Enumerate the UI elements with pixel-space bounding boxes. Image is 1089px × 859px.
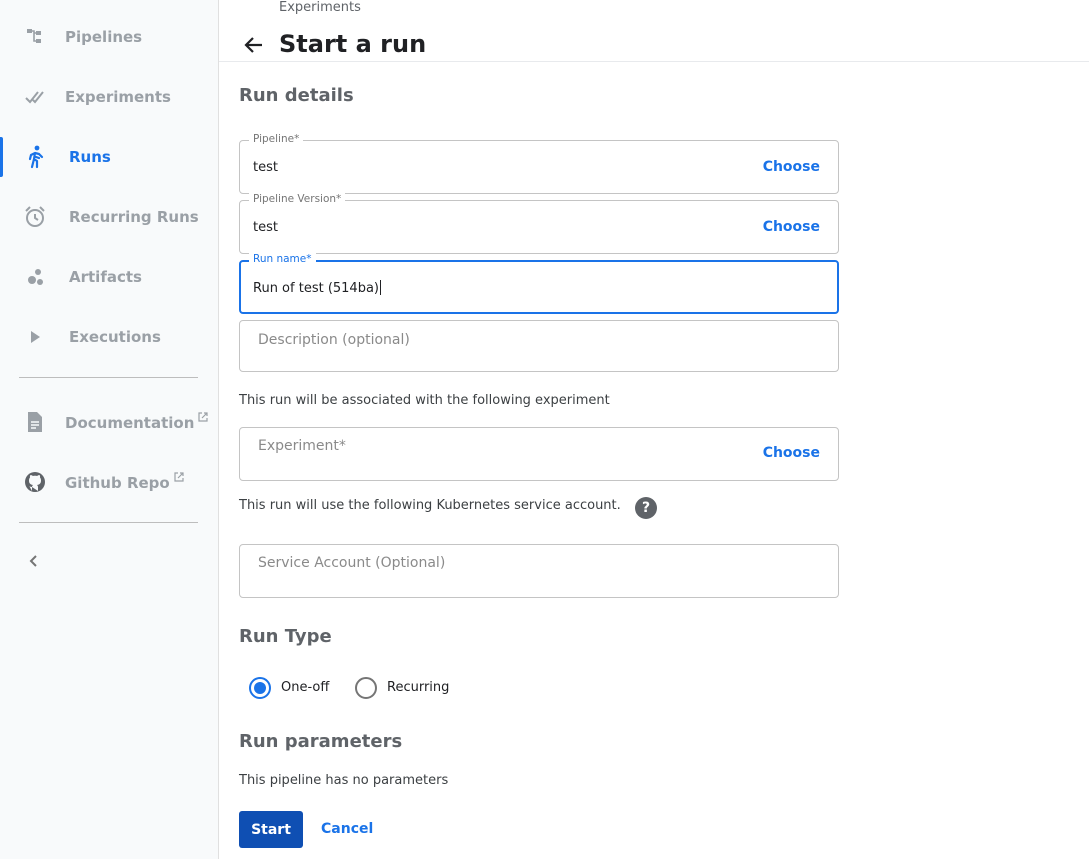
sidebar-item-label: Runs (69, 148, 111, 166)
run-name-field-label: Run name (253, 253, 307, 265)
sidebar-link-github-repo[interactable]: Github Repo (0, 462, 218, 502)
required-marker: * (336, 193, 342, 205)
sidebar-item-label: Experiments (65, 88, 171, 106)
sidebar-item-pipelines[interactable]: Pipelines (0, 17, 218, 57)
github-icon (22, 469, 48, 495)
choose-pipeline-button[interactable]: Choose (763, 159, 820, 175)
service-account-helper-text: This run will use the following Kubernet… (239, 498, 621, 513)
required-marker: * (338, 438, 346, 454)
pipeline-version-field[interactable]: Pipeline Version* test Choose (239, 193, 839, 254)
one-off-radio[interactable] (249, 677, 271, 699)
sidebar-link-documentation[interactable]: Documentation (0, 402, 218, 442)
run-type-title: Run Type (239, 626, 332, 647)
run-parameters-title: Run parameters (239, 731, 403, 752)
cancel-button[interactable]: Cancel (321, 821, 373, 837)
start-button[interactable]: Start (239, 811, 303, 848)
required-marker: * (306, 253, 312, 265)
run-name-field[interactable]: Run name* Run of test (514ba) (239, 253, 839, 314)
pipelines-icon (22, 24, 48, 50)
text-cursor (380, 280, 381, 295)
service-account-field[interactable]: Service Account (Optional) (239, 544, 839, 598)
sidebar-link-label: Github Repo (65, 474, 170, 492)
artifacts-icon (22, 264, 48, 290)
pipeline-field-label: Pipeline (253, 133, 295, 145)
one-off-label[interactable]: One-off (281, 680, 329, 695)
run-details-title: Run details (239, 85, 354, 106)
pipeline-field[interactable]: Pipeline* test Choose (239, 133, 839, 194)
help-icon[interactable]: ? (635, 497, 657, 519)
recurring-radio[interactable] (355, 677, 377, 699)
back-button[interactable] (241, 32, 267, 58)
collapse-sidebar-button[interactable] (22, 549, 46, 573)
sidebar: Pipelines Experiments Runs Recurring Run… (0, 0, 219, 859)
pipeline-version-value: test (253, 220, 278, 235)
recurring-label[interactable]: Recurring (387, 680, 449, 695)
sidebar-item-artifacts[interactable]: Artifacts (0, 257, 218, 297)
play-icon (22, 324, 48, 350)
sidebar-item-label: Artifacts (69, 268, 142, 286)
sidebar-item-runs[interactable]: Runs (0, 137, 218, 177)
experiment-input[interactable]: Experiment (258, 438, 339, 454)
chevron-left-icon (29, 555, 37, 567)
external-link-icon (198, 412, 209, 422)
sidebar-item-experiments[interactable]: Experiments (0, 77, 218, 117)
external-link-icon (174, 472, 184, 482)
experiments-icon (22, 84, 48, 110)
service-account-input[interactable]: Service Account (Optional) (258, 555, 445, 571)
alarm-clock-icon (22, 204, 48, 230)
sidebar-divider (19, 377, 198, 378)
breadcrumb[interactable]: Experiments (279, 0, 361, 15)
pipeline-value: test (253, 160, 278, 175)
description-input[interactable]: Description (optional) (258, 332, 410, 348)
run-name-input[interactable]: Run of test (514ba) (253, 281, 379, 296)
document-icon (22, 409, 48, 435)
page-title: Start a run (279, 30, 427, 58)
sidebar-item-executions[interactable]: Executions (0, 317, 218, 357)
run-parameters-helper-text: This pipeline has no parameters (239, 773, 449, 788)
sidebar-item-label: Recurring Runs (69, 208, 199, 226)
choose-experiment-button[interactable]: Choose (763, 445, 820, 461)
sidebar-link-label: Documentation (65, 414, 195, 432)
sidebar-item-recurring-runs[interactable]: Recurring Runs (0, 197, 218, 237)
experiment-field[interactable]: Experiment* Choose (239, 427, 839, 481)
page-header: Experiments Start a run (219, 0, 1089, 62)
description-field[interactable]: Description (optional) (239, 320, 839, 372)
required-marker: * (294, 133, 300, 145)
choose-pipeline-version-button[interactable]: Choose (763, 219, 820, 235)
sidebar-divider (19, 522, 198, 523)
sidebar-item-label: Executions (69, 328, 161, 346)
runs-icon (22, 144, 48, 170)
pipeline-version-field-label: Pipeline Version (253, 193, 337, 205)
sidebar-item-label: Pipelines (65, 28, 143, 46)
experiment-helper-text: This run will be associated with the fol… (239, 393, 610, 408)
arrow-back-icon (244, 37, 262, 53)
